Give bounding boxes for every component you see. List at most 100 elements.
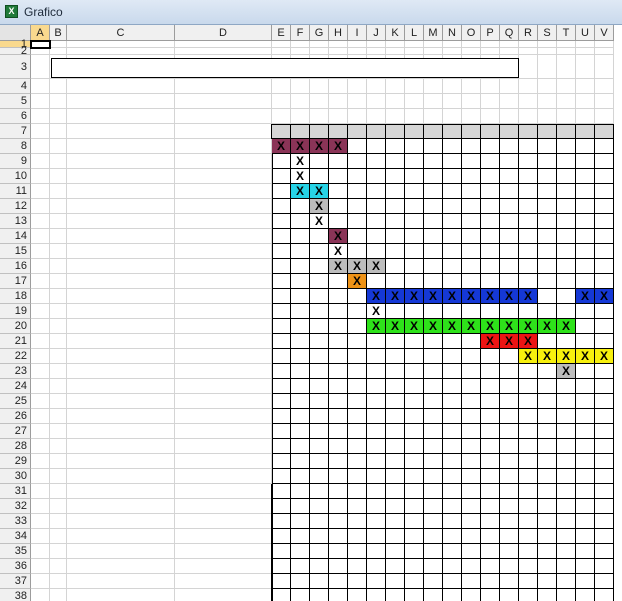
scene-mark-3[interactable]: X [310,139,329,154]
cell[interactable] [329,109,348,124]
cell[interactable] [462,94,481,109]
scene-cell[interactable] [443,499,462,514]
scene-cell[interactable] [500,499,519,514]
scene-cell[interactable] [367,574,386,589]
scene-cell[interactable] [443,379,462,394]
column-header-c[interactable]: C [67,25,175,41]
cell[interactable] [272,109,291,124]
scene-cell[interactable] [405,379,424,394]
scene-cell[interactable] [291,424,310,439]
scene-cell[interactable] [272,229,291,244]
scene-cell[interactable] [348,199,367,214]
scene-cell[interactable] [500,559,519,574]
scene-cell[interactable] [481,139,500,154]
scene-mark-2[interactable]: X [291,154,310,169]
cast-actor[interactable] [67,454,175,469]
scene-cell[interactable] [481,514,500,529]
scene-cell[interactable] [310,544,329,559]
scene-cell[interactable] [348,379,367,394]
scene-cell[interactable] [538,589,557,601]
scene-cell[interactable] [272,589,291,601]
scene-cell[interactable] [538,139,557,154]
scene-cell[interactable] [462,499,481,514]
scene-cell[interactable] [329,499,348,514]
cast-actor[interactable] [67,289,175,304]
cast-personaje[interactable] [175,154,272,169]
scene-cell[interactable] [424,244,443,259]
scene-cell[interactable] [386,439,405,454]
scene-cell[interactable] [443,139,462,154]
scene-cell[interactable] [291,589,310,601]
cell[interactable] [310,41,329,48]
cell[interactable] [462,41,481,48]
cell[interactable] [31,109,50,124]
cell[interactable] [576,48,595,55]
scene-cell[interactable] [405,154,424,169]
scene-cell[interactable] [481,379,500,394]
scene-cell[interactable] [576,379,595,394]
column-header-t[interactable]: T [557,25,576,41]
scene-mark-16[interactable]: X [557,349,576,364]
scene-cell[interactable] [348,529,367,544]
cell[interactable] [557,41,576,48]
scene-cell[interactable] [500,184,519,199]
scene-cell[interactable] [386,499,405,514]
scene-cell[interactable] [462,334,481,349]
scene-cell[interactable] [462,184,481,199]
scene-cell[interactable] [500,469,519,484]
scene-cell[interactable] [576,469,595,484]
scene-cell[interactable] [557,394,576,409]
scene-cell[interactable] [519,424,538,439]
scene-cell[interactable] [348,409,367,424]
row-header-11[interactable]: 11 [0,184,31,199]
scene-cell[interactable] [500,514,519,529]
scene-mark-9[interactable]: X [424,289,443,304]
scene-cell[interactable] [348,559,367,574]
scene-cell[interactable] [500,529,519,544]
scene-cell[interactable] [595,484,614,499]
scene-cell[interactable] [557,169,576,184]
scene-cell[interactable] [462,544,481,559]
cell[interactable] [386,79,405,94]
cast-actor[interactable] [67,319,175,334]
scene-cell[interactable] [557,139,576,154]
row-header-7[interactable]: 7 [0,124,31,139]
scene-cell[interactable] [310,319,329,334]
cell[interactable] [67,48,175,55]
scene-cell[interactable] [386,199,405,214]
cell[interactable] [348,79,367,94]
cell[interactable] [424,48,443,55]
scene-cell[interactable] [272,499,291,514]
scene-cell[interactable] [367,394,386,409]
scene-cell[interactable] [519,514,538,529]
scene-cell[interactable] [348,484,367,499]
scene-mark-11[interactable]: X [462,319,481,334]
scene-cell[interactable] [519,199,538,214]
scene-cell[interactable] [367,154,386,169]
scene-mark-10[interactable]: X [443,289,462,304]
cast-actor[interactable] [67,439,175,454]
scene-cell[interactable] [595,184,614,199]
row-header-33[interactable]: 33 [0,514,31,529]
cell[interactable] [462,48,481,55]
scene-cell[interactable] [367,364,386,379]
cell[interactable] [595,94,614,109]
scene-cell[interactable] [405,499,424,514]
cast-personaje[interactable] [175,334,272,349]
cell[interactable] [348,48,367,55]
scene-cell[interactable] [291,574,310,589]
scene-cell[interactable] [538,574,557,589]
scene-mark-15[interactable]: X [538,349,557,364]
cell[interactable] [175,529,272,544]
scene-cell[interactable] [367,334,386,349]
row-header-19[interactable]: 19 [0,304,31,319]
scene-cell[interactable] [576,259,595,274]
scene-cell[interactable] [291,409,310,424]
scene-cell[interactable] [557,244,576,259]
scene-cell[interactable] [595,589,614,601]
cast-actor[interactable] [67,139,175,154]
scene-cell[interactable] [386,229,405,244]
scene-cell[interactable] [386,139,405,154]
cast-actor[interactable] [67,469,175,484]
cast-actor[interactable] [67,184,175,199]
